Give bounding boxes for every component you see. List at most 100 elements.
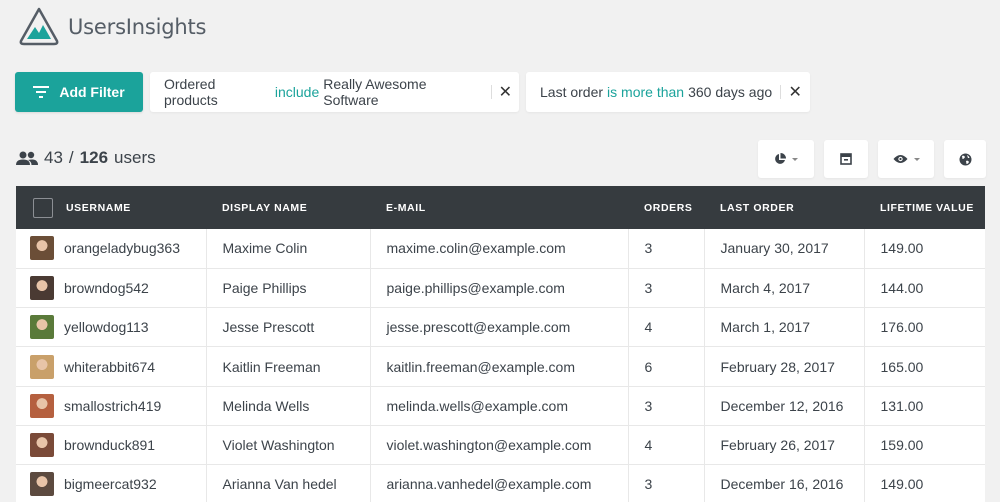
add-filter-button[interactable]: Add Filter bbox=[15, 72, 143, 112]
export-button[interactable] bbox=[824, 140, 868, 178]
filter-bar: Add Filter Ordered products include Real… bbox=[15, 72, 810, 112]
add-filter-label: Add Filter bbox=[59, 84, 125, 100]
display-name-cell: Paige Phillips bbox=[206, 268, 371, 308]
orders-cell: 3 bbox=[628, 268, 705, 308]
globe-icon bbox=[959, 153, 971, 165]
column-header-last-order[interactable]: LAST ORDER bbox=[704, 186, 864, 229]
filter-lines-icon bbox=[33, 86, 50, 98]
column-header-email[interactable]: E-MAIL bbox=[370, 186, 628, 229]
email-cell: kaitlin.freeman@example.com bbox=[370, 346, 629, 387]
table-row[interactable]: orangeladybug363 Maxime Colin maxime.colin… bbox=[16, 229, 985, 269]
username[interactable]: browndog542 bbox=[64, 280, 149, 296]
user-cell-content: smallostrich419 bbox=[30, 393, 205, 418]
count-separator: / bbox=[68, 148, 74, 167]
export-box-icon bbox=[840, 153, 852, 165]
email-cell: jesse.prescott@example.com bbox=[370, 307, 629, 347]
table-row[interactable]: bigmeercat932 Arianna Van hedel arianna.va… bbox=[16, 464, 985, 502]
user-count: 43 / 126 users bbox=[16, 148, 156, 168]
user-cell-content: orangeladybug363 bbox=[30, 236, 205, 261]
avatar bbox=[30, 275, 54, 300]
user-cell-content: whiterabbit674 bbox=[30, 354, 205, 379]
table-header: USERNAME DISPLAY NAME E-MAIL ORDERS LAST… bbox=[16, 186, 985, 229]
column-header-orders[interactable]: ORDERS bbox=[628, 186, 704, 229]
username-cell[interactable]: orangeladybug363 bbox=[16, 229, 207, 269]
email-cell: melinda.wells@example.com bbox=[370, 386, 629, 426]
orders-cell: 4 bbox=[628, 307, 705, 347]
orders-cell: 6 bbox=[628, 346, 705, 387]
display-name-cell: Melinda Wells bbox=[206, 386, 371, 426]
filter-field: Last order bbox=[540, 84, 604, 100]
lifetime-value-cell: 131.00 bbox=[880, 397, 924, 414]
users-icon bbox=[16, 151, 38, 165]
last-order-cell: December 12, 2016 bbox=[704, 386, 865, 426]
segments-button[interactable] bbox=[758, 140, 814, 178]
username-cell[interactable]: yellowdog113 bbox=[16, 307, 207, 347]
email-cell: paige.phillips@example.com bbox=[370, 268, 629, 308]
last-order-cell: January 30, 2017 bbox=[704, 229, 865, 269]
filtered-count: 43 bbox=[44, 148, 63, 167]
avatar bbox=[30, 236, 54, 261]
filter-chip-last-order[interactable]: Last order is more than 360 days ago ✕ bbox=[526, 72, 810, 112]
lifetime-value-cell: 144.00 bbox=[880, 279, 924, 296]
avatar bbox=[30, 393, 54, 418]
username[interactable]: bigmeercat932 bbox=[64, 476, 157, 492]
display-name-cell: Kaitlin Freeman bbox=[206, 346, 371, 387]
table-row[interactable]: whiterabbit674 Kaitlin Freeman kaitlin.fre… bbox=[16, 346, 985, 387]
chevron-down-icon bbox=[913, 157, 920, 161]
avatar bbox=[30, 433, 54, 458]
select-all-checkbox[interactable] bbox=[33, 197, 53, 218]
column-header-username[interactable]: USERNAME bbox=[50, 186, 206, 229]
lifetime-value-cell: 149.00 bbox=[880, 476, 924, 493]
filter-chip-ordered-products[interactable]: Ordered products include Really Awesome … bbox=[150, 72, 519, 112]
pie-chart-icon bbox=[775, 153, 786, 164]
orders-cell: 3 bbox=[628, 229, 705, 269]
username[interactable]: yellowdog113 bbox=[64, 319, 149, 335]
mountain-logo-icon bbox=[19, 7, 59, 46]
table-row[interactable]: browndog542 Paige Phillips paige.phillips@… bbox=[16, 268, 985, 308]
table-row[interactable]: smallostrich419 Melinda Wells melinda.well… bbox=[16, 386, 985, 426]
display-name-cell: Violet Washington bbox=[206, 425, 371, 465]
email-cell: maxime.colin@example.com bbox=[370, 229, 629, 269]
columns-button[interactable] bbox=[878, 140, 934, 178]
table-row[interactable]: yellowdog113 Jesse Prescott jesse.prescott… bbox=[16, 307, 985, 347]
username-cell[interactable]: browndog542 bbox=[16, 268, 207, 308]
user-cell-content: yellowdog113 bbox=[30, 315, 205, 340]
username-cell[interactable]: smallostrich419 bbox=[16, 386, 207, 426]
filter-value: 360 days ago bbox=[688, 84, 773, 100]
select-all-cell bbox=[16, 186, 53, 229]
filter-value: Really Awesome Software bbox=[323, 76, 427, 108]
display-name-cell: Jesse Prescott bbox=[206, 307, 371, 347]
username-cell[interactable]: brownduck891 bbox=[16, 425, 207, 465]
close-icon[interactable]: ✕ bbox=[781, 82, 809, 102]
last-order-cell: December 16, 2016 bbox=[704, 464, 865, 502]
table-row[interactable]: brownduck891 Violet Washington violet.wash… bbox=[16, 425, 985, 465]
username[interactable]: whiterabbit674 bbox=[64, 359, 155, 375]
avatar bbox=[30, 354, 54, 379]
user-cell-content: brownduck891 bbox=[30, 433, 205, 458]
eye-icon bbox=[893, 155, 907, 163]
lifetime-value-cell: 149.00 bbox=[880, 240, 924, 257]
total-count: 126 bbox=[79, 148, 109, 167]
email-cell: violet.washington@example.com bbox=[370, 425, 629, 465]
map-button[interactable] bbox=[944, 140, 986, 178]
display-name-cell: Arianna Van hedel bbox=[206, 464, 371, 502]
username[interactable]: brownduck891 bbox=[64, 437, 155, 453]
column-header-lifetime-value[interactable]: LIFETIME VALUE bbox=[864, 186, 985, 229]
column-header-display-name[interactable]: DISPLAY NAME bbox=[206, 186, 370, 229]
last-order-cell: February 28, 2017 bbox=[704, 346, 865, 387]
user-cell-content: bigmeercat932 bbox=[30, 472, 205, 497]
last-order-cell: February 26, 2017 bbox=[704, 425, 865, 465]
filter-operator: include bbox=[274, 84, 320, 100]
username-cell[interactable]: bigmeercat932 bbox=[16, 464, 207, 502]
filter-field: Ordered products bbox=[164, 76, 218, 108]
orders-cell: 3 bbox=[628, 386, 705, 426]
app-logo[interactable]: UsersInsights bbox=[16, 6, 207, 48]
username-cell[interactable]: whiterabbit674 bbox=[16, 346, 207, 387]
username[interactable]: smallostrich419 bbox=[64, 398, 161, 414]
count-unit: users bbox=[114, 148, 156, 167]
toolbar bbox=[758, 140, 986, 178]
display-name-cell: Maxime Colin bbox=[206, 229, 371, 269]
close-icon[interactable]: ✕ bbox=[492, 82, 519, 102]
lifetime-value-cell: 176.00 bbox=[880, 319, 924, 336]
username[interactable]: orangeladybug363 bbox=[64, 240, 180, 256]
